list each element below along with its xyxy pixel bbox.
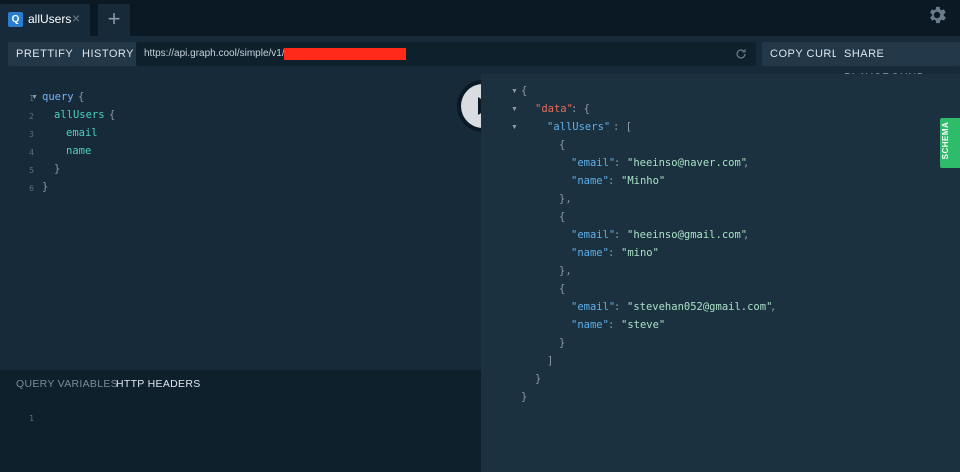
punct: : { (571, 103, 590, 115)
brace: { (559, 283, 566, 295)
field-allusers: allUsers (54, 109, 105, 121)
key-name: "name" (571, 247, 609, 259)
brace: } (54, 163, 61, 175)
history-button[interactable]: HISTORY (74, 42, 142, 66)
brace: { (521, 85, 528, 97)
key-name: "name" (571, 175, 609, 187)
punct: : [ (613, 121, 632, 133)
brace: } (42, 181, 49, 193)
line-number: 1 (29, 414, 34, 423)
toolbar: PRETTIFY HISTORY https://api.graph.cool/… (0, 36, 960, 84)
line-number: 3 (29, 130, 34, 139)
brace: }, (559, 193, 572, 205)
copy-curl-button[interactable]: COPY CURL (762, 42, 847, 66)
fold-arrow-icon[interactable]: ▼ (511, 88, 518, 95)
brace: { (78, 91, 85, 103)
endpoint-url-input[interactable]: https://api.graph.cool/simple/v1/cj (136, 42, 756, 66)
field-name: name (66, 145, 92, 157)
bracket: ] (547, 355, 554, 367)
punct: , (770, 301, 777, 313)
brace: { (559, 139, 566, 151)
brace: } (559, 337, 566, 349)
field-email: email (66, 127, 98, 139)
brace: { (109, 109, 116, 121)
fold-arrow-icon[interactable]: ▼ (511, 124, 518, 131)
close-icon[interactable]: × (72, 10, 80, 26)
brace: { (559, 211, 566, 223)
plus-icon[interactable]: + (98, 4, 130, 36)
tab-label: allUsers (28, 12, 72, 26)
value-name: "steve" (621, 319, 666, 331)
key-email: "email" (571, 157, 616, 169)
endpoint-url-text: https://api.graph.cool/simple/v1/cj (144, 48, 292, 59)
key-allusers: "allUsers" (547, 121, 611, 133)
gear-icon[interactable] (926, 4, 948, 26)
fold-arrow-icon[interactable]: ▼ (511, 106, 518, 113)
punct: : (608, 175, 615, 187)
query-badge-icon: Q (8, 12, 23, 27)
punct: : (608, 319, 615, 331)
redaction-bar (284, 48, 406, 60)
tab-bar: Q allUsers × + (0, 0, 960, 36)
brace: }, (559, 265, 572, 277)
line-number: 2 (29, 112, 34, 121)
punct: , (743, 157, 750, 169)
tab-http-headers[interactable]: HTTP HEADERS (116, 378, 201, 390)
punct: : (614, 229, 621, 241)
punct: : (614, 301, 621, 313)
key-data: "data" (535, 103, 573, 115)
value-name: "Minho" (621, 175, 666, 187)
punct: : (608, 247, 615, 259)
brace: } (521, 391, 528, 403)
value-email: "stevehan052@gmail.com" (627, 301, 773, 313)
tab-query-variables[interactable]: QUERY VARIABLES (16, 378, 118, 390)
punct: , (743, 229, 750, 241)
reload-icon[interactable] (734, 47, 748, 61)
line-number: 6 (29, 184, 34, 193)
punct: : (614, 157, 621, 169)
query-keyword: query (42, 91, 74, 103)
value-name: "mino" (621, 247, 659, 259)
share-playground-button[interactable]: SHARE PLAYGROUND (836, 42, 960, 84)
line-number: 5 (29, 166, 34, 175)
line-number: 4 (29, 148, 34, 157)
value-email: "heeinso@naver.com" (627, 157, 748, 169)
prettify-button[interactable]: PRETTIFY (8, 42, 82, 66)
variables-pane: QUERY VARIABLES HTTP HEADERS 1 (0, 370, 481, 472)
query-editor[interactable]: 1 2 3 4 5 6 ▼ query { allUsers { email n… (0, 74, 481, 370)
result-viewer: ▼ { ▼ "data" : { ▼ "allUsers" : [ { "ema… (481, 74, 960, 472)
value-email: "heeinso@gmail.com" (627, 229, 748, 241)
line-number: 1 (29, 94, 34, 103)
schema-label: SCHEMA (941, 121, 950, 160)
brace: } (535, 373, 542, 385)
fold-arrow-icon[interactable]: ▼ (31, 94, 38, 101)
key-name: "name" (571, 319, 609, 331)
schema-button[interactable]: SCHEMA (940, 118, 960, 168)
key-email: "email" (571, 301, 616, 313)
key-email: "email" (571, 229, 616, 241)
tab-allusers[interactable]: Q allUsers × (0, 4, 90, 36)
